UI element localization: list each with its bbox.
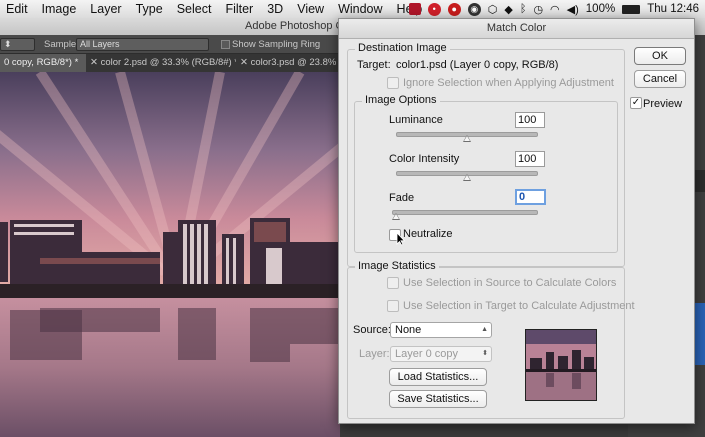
match-color-dialog: Match Color Destination Image Target: co… bbox=[338, 18, 695, 424]
app-status-icon[interactable] bbox=[408, 3, 421, 15]
use-source-selection-checkbox[interactable] bbox=[387, 277, 399, 289]
menu-type[interactable]: Type bbox=[129, 2, 170, 16]
load-statistics-button[interactable]: Load Statistics... bbox=[389, 368, 487, 386]
image-canvas[interactable] bbox=[0, 72, 340, 437]
use-source-selection-label: Use Selection in Source to Calculate Col… bbox=[403, 277, 617, 289]
preview-checkbox[interactable]: ✓ bbox=[630, 97, 642, 109]
wifi-icon[interactable]: ◠ bbox=[550, 3, 560, 16]
bluetooth-icon[interactable]: ᛒ bbox=[520, 3, 527, 15]
source-thumbnail bbox=[525, 329, 597, 401]
sampling-ring-checkbox[interactable] bbox=[221, 40, 230, 49]
luminance-slider-knob[interactable] bbox=[463, 135, 471, 142]
options-bar: ⬍ Sample: All Layers Show Sampling Ring bbox=[0, 35, 340, 54]
ignore-selection-label: Ignore Selection when Applying Adjustmen… bbox=[403, 77, 614, 89]
sample-label: Sample: bbox=[44, 39, 79, 50]
preview-label: Preview bbox=[643, 98, 683, 110]
color-intensity-label: Color Intensity bbox=[389, 153, 460, 165]
use-target-selection-label: Use Selection in Target to Calculate Adj… bbox=[403, 300, 635, 312]
fade-input[interactable]: 0 bbox=[515, 189, 546, 205]
source-select[interactable]: None ▲ bbox=[390, 322, 492, 338]
neutralize-label: Neutralize bbox=[403, 228, 453, 240]
cityscape-photo bbox=[0, 72, 340, 437]
tab-color1[interactable]: 0 copy, RGB/8*) * bbox=[0, 54, 86, 72]
menu-edit[interactable]: Edit bbox=[4, 2, 35, 16]
sampling-ring-label: Show Sampling Ring bbox=[232, 39, 321, 50]
destination-legend: Destination Image bbox=[355, 42, 450, 54]
menu-filter[interactable]: Filter bbox=[218, 2, 260, 16]
use-target-selection-checkbox[interactable] bbox=[387, 300, 399, 312]
clock[interactable]: Thu 12:46 bbox=[647, 3, 699, 15]
time-machine-icon[interactable]: ◷ bbox=[533, 3, 543, 16]
tab-color2[interactable]: ✕ color 2.psd @ 33.3% (RGB/8#) * bbox=[86, 54, 236, 72]
menu-window[interactable]: Window bbox=[331, 2, 389, 16]
menu-3d[interactable]: 3D bbox=[260, 2, 290, 16]
color-intensity-slider-knob[interactable] bbox=[463, 174, 471, 181]
tab-color3[interactable]: ✕ color3.psd @ 23.8% (Colo bbox=[236, 54, 344, 72]
battery-percent: 100% bbox=[585, 3, 616, 15]
cancel-button[interactable]: Cancel bbox=[634, 70, 686, 88]
fade-label: Fade bbox=[389, 192, 415, 204]
layer-select[interactable]: Layer 0 copy ⬍ bbox=[390, 346, 492, 362]
fade-slider-knob[interactable] bbox=[392, 213, 400, 220]
app-title: Adobe Photoshop CC bbox=[245, 20, 352, 32]
sample-size-dropdown[interactable]: ⬍ bbox=[0, 38, 35, 51]
target-label: Target: bbox=[357, 59, 391, 71]
mouse-cursor-icon bbox=[396, 232, 406, 246]
menu-layer[interactable]: Layer bbox=[83, 2, 128, 16]
menu-view[interactable]: View bbox=[290, 2, 331, 16]
luminance-label: Luminance bbox=[389, 114, 443, 126]
sample-dropdown[interactable]: All Layers bbox=[76, 38, 209, 51]
dropbox-icon[interactable]: ⬡ bbox=[488, 3, 498, 16]
dialog-title: Match Color bbox=[339, 19, 694, 39]
ok-button[interactable]: OK bbox=[634, 47, 686, 65]
status-icons: • ● ◉ ⬡ ◆ ᛒ ◷ ◠ ◀) 100% Thu 12:46 bbox=[408, 0, 699, 18]
source-label: Source: bbox=[353, 324, 391, 336]
sync-icon[interactable]: ◉ bbox=[467, 2, 481, 16]
color-intensity-input[interactable]: 100 bbox=[515, 151, 545, 167]
volume-icon[interactable]: ◀) bbox=[567, 3, 579, 16]
menu-select[interactable]: Select bbox=[170, 2, 219, 16]
document-tabs: 0 copy, RGB/8*) * ✕ color 2.psd @ 33.3% … bbox=[0, 54, 344, 73]
image-options-legend: Image Options bbox=[362, 94, 440, 106]
ignore-selection-checkbox[interactable] bbox=[387, 77, 399, 89]
record-icon[interactable]: ● bbox=[447, 2, 461, 16]
battery-icon[interactable] bbox=[622, 4, 641, 14]
evernote-icon[interactable]: ◆ bbox=[504, 3, 512, 16]
lastpass-icon[interactable]: • bbox=[427, 2, 441, 16]
luminance-input[interactable]: 100 bbox=[515, 112, 545, 128]
fade-slider-track[interactable] bbox=[392, 210, 538, 215]
image-statistics-legend: Image Statistics bbox=[355, 260, 439, 272]
menu-image[interactable]: Image bbox=[35, 2, 84, 16]
select-arrows-icon: ⬍ bbox=[482, 350, 488, 357]
select-arrows-icon: ▲ bbox=[481, 326, 488, 333]
menu-bar: Edit Image Layer Type Select Filter 3D V… bbox=[0, 0, 705, 19]
layer-label: Layer: bbox=[359, 348, 390, 360]
save-statistics-button[interactable]: Save Statistics... bbox=[389, 390, 487, 408]
target-value: color1.psd (Layer 0 copy, RGB/8) bbox=[396, 59, 559, 71]
